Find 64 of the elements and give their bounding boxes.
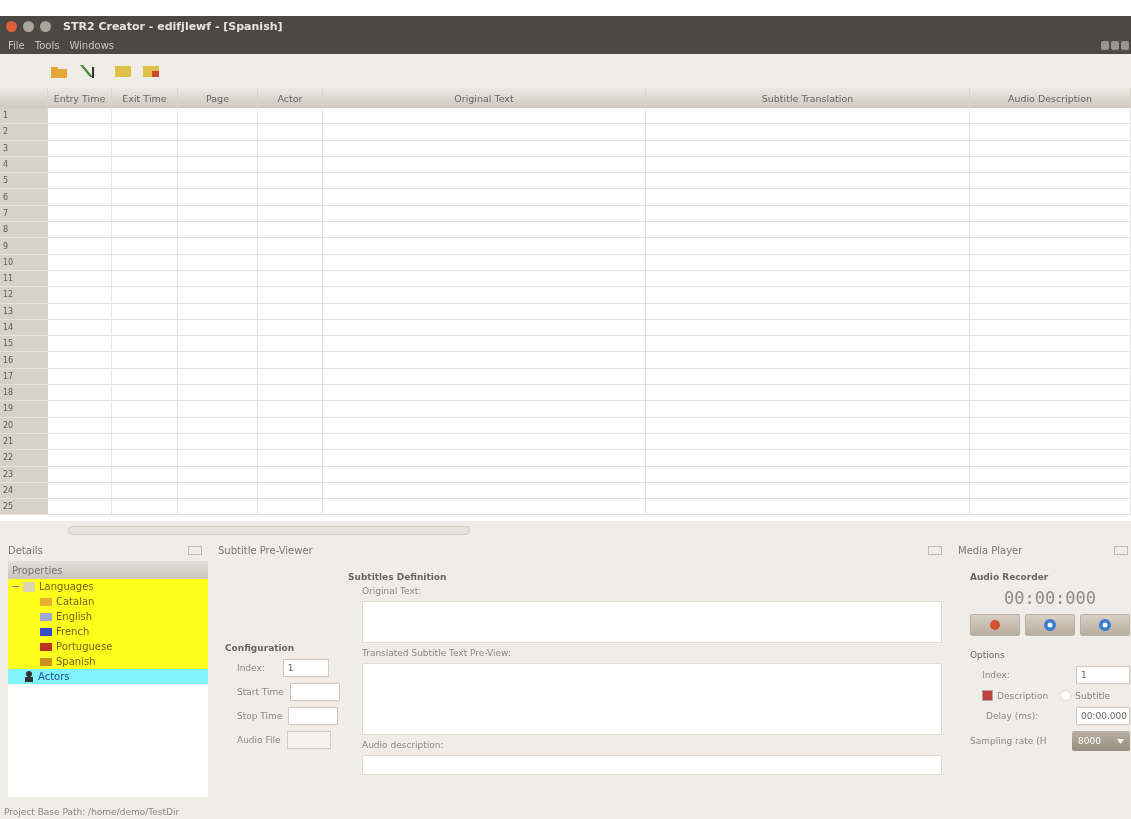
tree-label: French: [56, 626, 90, 637]
tree-label: Spanish: [56, 656, 96, 667]
field-label: Audio description:: [362, 740, 445, 750]
panel-title: Media Player: [958, 544, 1023, 556]
field-label: Audio File: [237, 735, 281, 745]
tree-label: Catalan: [56, 596, 95, 607]
section-heading: Audio Recorder: [970, 572, 1050, 582]
row-header[interactable]: 18: [0, 385, 48, 402]
section-heading: Options: [970, 650, 1006, 660]
column-header[interactable]: Page: [178, 88, 258, 108]
column-header[interactable]: Entry Time: [48, 88, 112, 108]
row-header[interactable]: 6: [0, 189, 48, 206]
row-header[interactable]: 25: [0, 499, 48, 516]
radio-label: Subtitle: [1075, 690, 1110, 701]
checkbox-label: Description: [997, 690, 1049, 701]
field-label: Translated Subtitle Text Pre-View:: [362, 648, 512, 658]
column-header[interactable]: Audio Description: [970, 88, 1131, 108]
timer-display: 00:00:000: [1003, 588, 1097, 608]
status-bar: Project Base Path: /home/demo/TestDir: [0, 807, 1131, 819]
row-header[interactable]: 16: [0, 352, 48, 369]
menu-item[interactable]: File: [8, 39, 25, 51]
index-spinbox[interactable]: 1: [1076, 666, 1130, 684]
field-label: Delay (ms):: [986, 711, 1039, 721]
field-label: Start Time: [237, 687, 284, 697]
column-header[interactable]: Subtitle Translation: [646, 88, 970, 108]
sampling-dropdown[interactable]: 8000: [1072, 731, 1130, 751]
tree-label: English: [56, 611, 93, 622]
field-label: Index:: [237, 663, 265, 673]
tree-item[interactable]: English: [8, 609, 208, 624]
tree-item[interactable]: Actors: [8, 669, 208, 684]
column-header[interactable]: Actor: [258, 88, 323, 108]
section-heading: Subtitles Definition: [348, 572, 448, 582]
tree-item[interactable]: Portuguese: [8, 639, 208, 654]
field-label: Original Text:: [362, 586, 423, 596]
index-spinbox[interactable]: 1: [282, 659, 329, 677]
menu-item[interactable]: Tools: [34, 39, 60, 51]
field-label: Sampling rate (H: [970, 736, 1047, 746]
row-header[interactable]: 19: [0, 401, 48, 418]
tree-item[interactable]: Spanish: [8, 654, 208, 669]
row-header[interactable]: 9: [0, 238, 48, 255]
row-header[interactable]: 22: [0, 450, 48, 467]
row-header[interactable]: 15: [0, 336, 48, 353]
window-title: STR2 Creator - edifjlewf - [Spanish]: [63, 19, 283, 33]
column-header[interactable]: Original Text: [323, 88, 646, 108]
menu-item[interactable]: Windows: [69, 39, 114, 51]
section-heading: Configuration: [225, 643, 296, 653]
field-label: Stop Time: [237, 711, 283, 721]
tree-item[interactable]: French: [8, 624, 208, 639]
tree-header: Properties: [8, 561, 208, 579]
column-header[interactable]: Exit Time: [112, 88, 178, 108]
tree-label: Portuguese: [56, 641, 113, 652]
tree-label: Actors: [38, 671, 70, 682]
tree-item[interactable]: Languages: [8, 579, 208, 594]
tree-item[interactable]: Catalan: [8, 594, 208, 609]
panel-title: Subtitle Pre-Viewer: [218, 544, 313, 556]
input-field[interactable]: 00:00.000: [1076, 707, 1130, 725]
row-header[interactable]: 8: [0, 222, 48, 239]
row-header[interactable]: 5: [0, 173, 48, 190]
row-header[interactable]: 12: [0, 287, 48, 304]
panel-title: Details: [8, 544, 43, 556]
row-header[interactable]: 2: [0, 124, 48, 141]
tree-label: Languages: [39, 581, 94, 592]
row-header[interactable]: 1: [0, 108, 48, 125]
field-label: Index:: [982, 670, 1010, 680]
